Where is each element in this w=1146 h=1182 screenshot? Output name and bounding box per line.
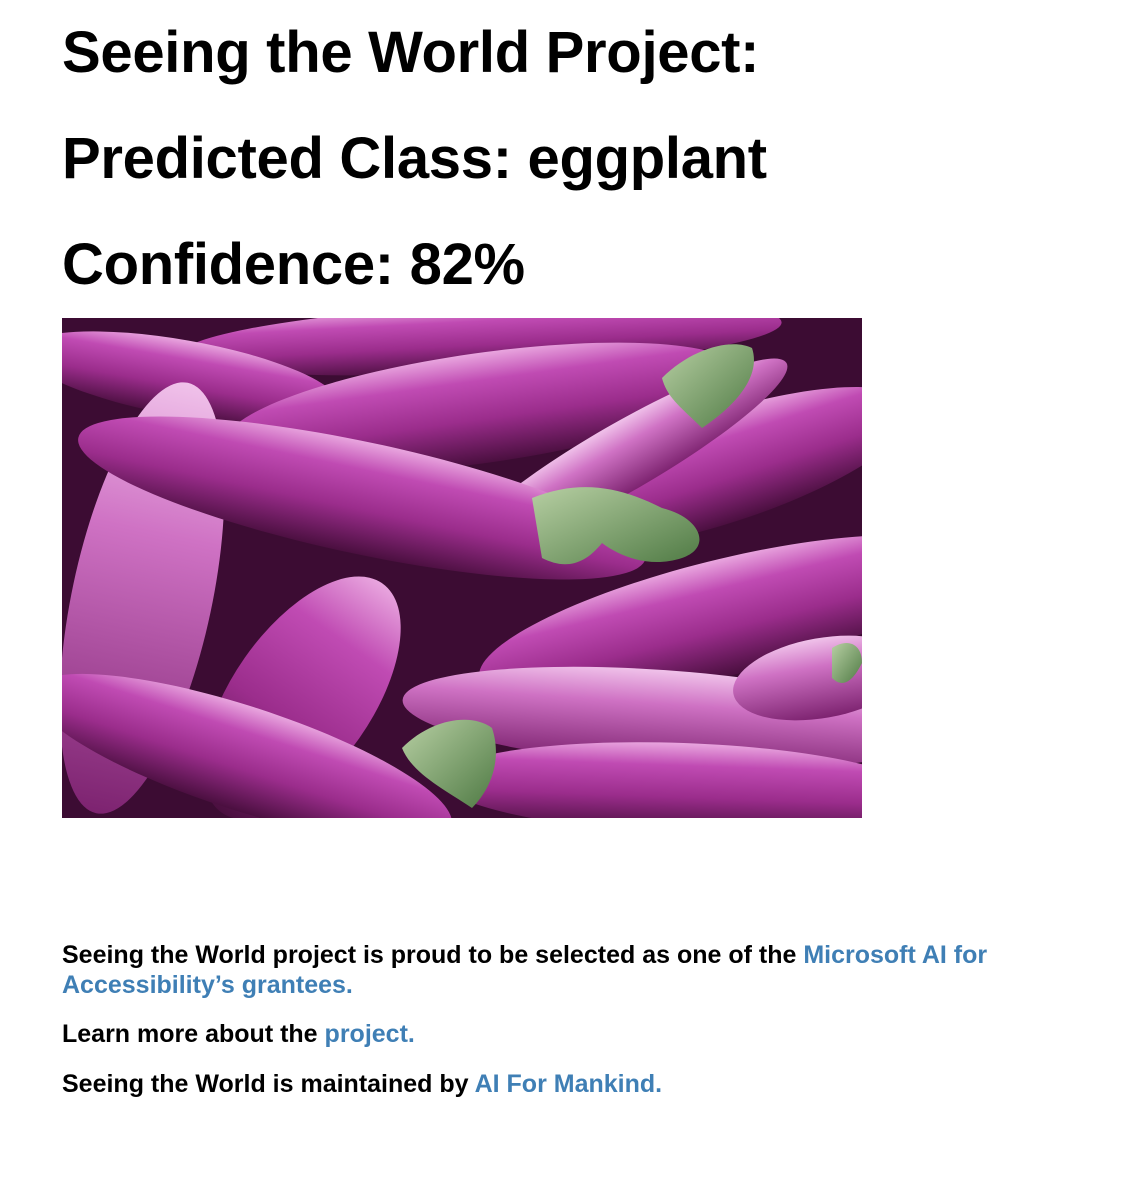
confidence-label: Confidence: xyxy=(62,232,410,297)
predicted-class-heading: Predicted Class: eggplant xyxy=(62,130,767,188)
maintained-text: Seeing the World is maintained by xyxy=(62,1070,475,1098)
learn-more-text: Learn more about the xyxy=(62,1020,325,1048)
project-link[interactable]: project. xyxy=(325,1020,415,1048)
learn-more-note: Learn more about the project. xyxy=(62,1019,1082,1049)
page-title: Seeing the World Project: xyxy=(62,20,760,85)
eggplant-photo xyxy=(62,318,862,818)
confidence-heading: Confidence: 82% xyxy=(62,236,525,294)
grantee-text: Seeing the World project is proud to be … xyxy=(62,941,804,969)
confidence-value: 82% xyxy=(409,232,525,297)
predicted-class-value: eggplant xyxy=(527,126,768,191)
maintained-note: Seeing the World is maintained by AI For… xyxy=(62,1069,1082,1099)
predicted-class-label: Predicted Class: xyxy=(62,126,528,191)
grantee-note: Seeing the World project is proud to be … xyxy=(62,940,1082,1000)
ai-for-mankind-link[interactable]: AI For Mankind. xyxy=(475,1070,663,1098)
